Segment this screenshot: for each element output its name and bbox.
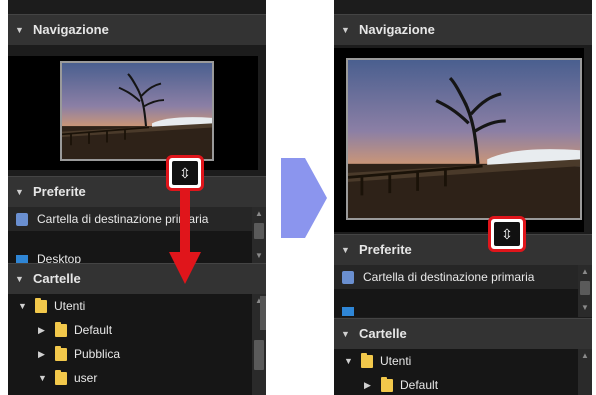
favorites-header-label: Preferite [33, 184, 86, 199]
collapse-triangle-icon[interactable]: ▼ [15, 177, 24, 207]
favorite-item[interactable]: Cartella di destinazione primaria [8, 207, 252, 231]
folder-icon [55, 322, 67, 337]
folder-icon [55, 370, 67, 385]
collapse-triangle-icon[interactable]: ▼ [15, 15, 24, 45]
scrollbar-thumb[interactable] [254, 340, 264, 370]
folder-label: user [74, 371, 98, 385]
resize-vertical-icon: ⇳ [172, 161, 198, 185]
expand-triangle-icon[interactable]: ▼ [38, 366, 47, 390]
favorites-list: Cartella di destinazione primaria ▲ ▼ [334, 265, 592, 317]
desktop-icon [342, 307, 354, 316]
expand-triangle-icon[interactable]: ▶ [38, 342, 45, 366]
scrollbar-thumb[interactable] [254, 223, 264, 239]
expand-triangle-icon[interactable]: ▼ [344, 349, 353, 373]
expand-triangle-icon[interactable]: ▼ [18, 294, 27, 318]
destination-folder-icon [342, 271, 354, 284]
panel-collapse-tab[interactable] [260, 296, 266, 330]
favorites-scrollbar[interactable]: ▲ ▼ [252, 207, 266, 263]
favorite-item-label: Cartella di destinazione primaria [363, 270, 535, 284]
right-panel: ▼ Navigazione ▼ Preferite Cartella di de… [334, 0, 592, 395]
favorites-header[interactable]: ▼ Preferite [334, 234, 592, 265]
favorite-item[interactable]: Cartella di destinazione primaria [334, 265, 578, 289]
favorite-item[interactable] [334, 301, 578, 317]
folders-header[interactable]: ▼ Cartelle [8, 263, 266, 294]
collapse-triangle-icon[interactable]: ▼ [341, 235, 350, 265]
resize-grip[interactable]: ⇳ [488, 216, 526, 252]
arrow-down-icon [169, 188, 201, 284]
folders-header-label: Cartelle [359, 326, 407, 341]
folder-item-utenti[interactable]: ▼ Utenti [334, 349, 578, 373]
destination-folder-icon [16, 213, 28, 226]
folder-label: Default [74, 323, 113, 337]
expand-triangle-icon[interactable]: ▶ [38, 318, 45, 342]
folders-header[interactable]: ▼ Cartelle [334, 318, 592, 349]
scroll-up-icon[interactable]: ▲ [578, 349, 592, 363]
scroll-down-icon[interactable]: ▼ [578, 301, 592, 315]
folders-tree: ▼ Utenti ▶ Default ▲ [334, 349, 592, 395]
folder-item-default[interactable]: ▶ Default [334, 373, 578, 395]
arrow-right-icon [281, 158, 327, 238]
expand-triangle-icon[interactable]: ▶ [364, 373, 371, 395]
folder-label: Pubblica [74, 347, 121, 361]
collapse-triangle-icon[interactable]: ▼ [15, 264, 24, 294]
folder-label: Utenti [380, 354, 412, 368]
folder-item-pubblica[interactable]: ▶ Pubblica [8, 342, 252, 366]
folder-icon [381, 377, 393, 392]
folder-icon [55, 346, 67, 361]
folder-item-utenti[interactable]: ▼ Utenti [8, 294, 252, 318]
favorites-list: Cartella di destinazione primaria Deskto… [8, 207, 266, 263]
scrollbar-thumb[interactable] [580, 281, 590, 295]
favorites-header-label: Preferite [359, 242, 412, 257]
folder-icon [35, 298, 47, 313]
folders-header-label: Cartelle [33, 271, 81, 286]
folders-scrollbar[interactable]: ▲ [578, 349, 592, 395]
navigator-photo [346, 58, 582, 220]
favorite-item-label: Desktop [37, 252, 82, 263]
navigation-header-label: Navigazione [359, 22, 435, 37]
folder-item-default[interactable]: ▶ Default [8, 318, 252, 342]
navigator-preview[interactable] [8, 56, 258, 170]
left-panel: ▼ Navigazione ▼ Preferite Cartella di de… [8, 0, 266, 395]
folder-item-user[interactable]: ▼ user [8, 366, 252, 390]
scroll-down-icon[interactable]: ▼ [252, 249, 266, 263]
navigation-header-label: Navigazione [33, 22, 109, 37]
folder-label: Default [400, 378, 439, 392]
scroll-up-icon[interactable]: ▲ [578, 265, 592, 279]
favorite-item[interactable]: Desktop [8, 247, 252, 263]
desktop-icon [16, 255, 28, 263]
resize-grip[interactable]: ⇳ [166, 155, 204, 191]
resize-vertical-icon: ⇳ [494, 222, 520, 246]
collapse-triangle-icon[interactable]: ▼ [341, 319, 350, 349]
navigator-photo [60, 61, 214, 161]
folders-tree: ▼ Utenti ▶ Default ▶ Pubblica ▼ user ▲ [8, 294, 266, 395]
folder-label: Utenti [54, 299, 86, 313]
favorites-header[interactable]: ▼ Preferite [8, 176, 266, 207]
folder-icon [361, 353, 373, 368]
navigation-header[interactable]: ▼ Navigazione [334, 14, 592, 45]
navigation-header[interactable]: ▼ Navigazione [8, 14, 266, 45]
scroll-up-icon[interactable]: ▲ [252, 207, 266, 221]
collapse-triangle-icon[interactable]: ▼ [341, 15, 350, 45]
favorites-scrollbar[interactable]: ▲ ▼ [578, 265, 592, 317]
navigator-preview[interactable] [334, 48, 584, 232]
